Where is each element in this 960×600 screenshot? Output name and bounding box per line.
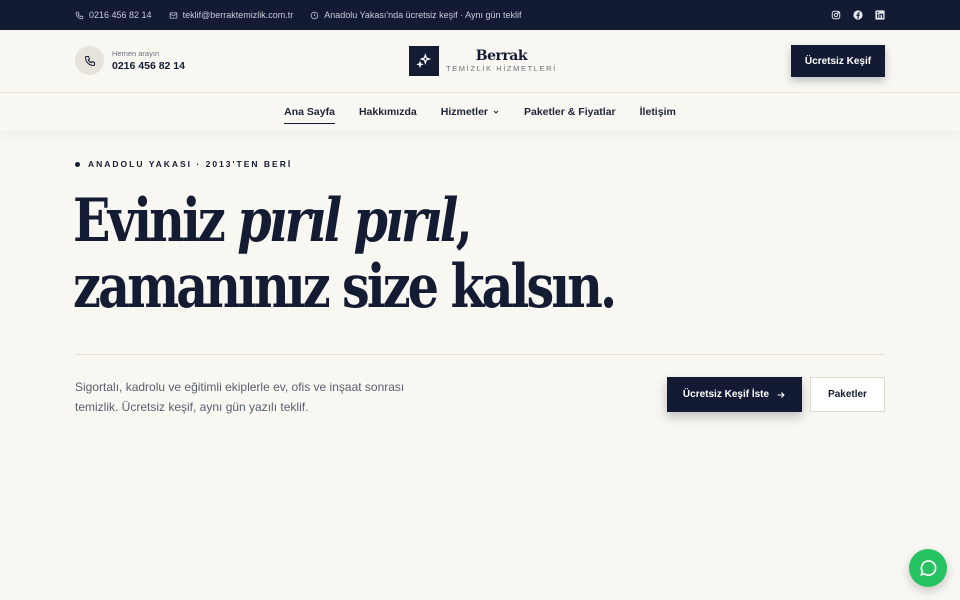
topbar-phone-text: 0216 456 82 14 xyxy=(89,10,152,20)
hero-eyebrow: ANADOLU YAKASI · 2013'TEN BERİ xyxy=(75,159,292,169)
request-survey-button[interactable]: Ücretsiz Keşif İste xyxy=(667,377,802,412)
hero-description: Sigortalı, kadrolu ve eğitimli ekiplerle… xyxy=(75,380,405,414)
clock-icon xyxy=(310,11,319,19)
nav-label: Ana Sayfa xyxy=(284,106,335,118)
headline-part1: Eviniz xyxy=(73,186,238,256)
hero-headline: Eviniz pırıl pırıl, zamanınız size kalsı… xyxy=(73,188,745,320)
nav-contact[interactable]: İletişim xyxy=(640,93,676,131)
phone-icon xyxy=(75,46,104,75)
linkedin-icon[interactable] xyxy=(875,10,885,20)
brand-subtitle: TEMİZLİK HİZMETLERİ xyxy=(446,63,557,73)
top-bar: 0216 456 82 14 teklif@berraktemizlik.com… xyxy=(0,0,960,30)
nav-label: Hizmetler xyxy=(440,106,488,118)
main-nav: Ana Sayfa Hakkımızda Hizmetler Paketler … xyxy=(0,93,960,131)
site-header: Hemen arayın 0216 456 82 14 Berrak TEMİZ… xyxy=(0,30,960,93)
instagram-icon[interactable] xyxy=(831,10,841,20)
call-number: 0216 456 82 14 xyxy=(112,59,185,72)
topbar-notice-text: Anadolu Yakası'nda ücretsiz keşif · Aynı… xyxy=(324,10,522,20)
free-survey-button[interactable]: Ücretsiz Keşif xyxy=(791,45,885,77)
nav-home[interactable]: Ana Sayfa xyxy=(284,93,335,131)
headline-part2: , xyxy=(455,186,473,256)
headline-italic: pırıl pırıl xyxy=(237,186,458,256)
arrow-right-icon xyxy=(777,391,785,398)
nav-services[interactable]: Hizmetler xyxy=(441,93,500,131)
topbar-email-text: teklif@berraktemizlik.com.tr xyxy=(182,10,294,20)
headline-line2: zamanınız size kalsın. xyxy=(73,252,617,322)
facebook-icon[interactable] xyxy=(853,10,863,20)
packages-button[interactable]: Paketler xyxy=(810,377,885,412)
whatsapp-icon xyxy=(920,560,937,576)
topbar-phone[interactable]: 0216 456 82 14 xyxy=(75,10,152,20)
topbar-email[interactable]: teklif@berraktemizlik.com.tr xyxy=(169,10,294,20)
whatsapp-button[interactable] xyxy=(909,549,947,587)
brand-name: Berrak xyxy=(475,47,528,64)
sparkle-icon xyxy=(409,46,439,76)
topbar-notice: Anadolu Yakası'nda ücretsiz keşif · Aynı… xyxy=(310,10,522,20)
nav-about[interactable]: Hakkımızda xyxy=(359,93,417,131)
header-phone[interactable]: Hemen arayın 0216 456 82 14 xyxy=(75,46,185,75)
nav-packages[interactable]: Paketler & Fiyatlar xyxy=(524,93,616,131)
eyebrow-text: ANADOLU YAKASI · 2013'TEN BERİ xyxy=(88,159,293,169)
logo[interactable]: Berrak TEMİZLİK HİZMETLERİ xyxy=(409,46,557,76)
bullet-dot xyxy=(75,161,80,167)
hero-divider xyxy=(75,354,885,355)
nav-label: İletişim xyxy=(639,106,676,118)
social-links xyxy=(831,10,885,20)
nav-label: Paketler & Fiyatlar xyxy=(524,106,616,118)
phone-icon xyxy=(75,11,84,19)
mail-icon xyxy=(169,12,177,18)
call-label: Hemen arayın xyxy=(112,48,160,58)
nav-label: Hakkımızda xyxy=(358,106,417,118)
chevron-down-icon xyxy=(493,110,499,114)
request-survey-label: Ücretsiz Keşif İste xyxy=(682,389,770,400)
